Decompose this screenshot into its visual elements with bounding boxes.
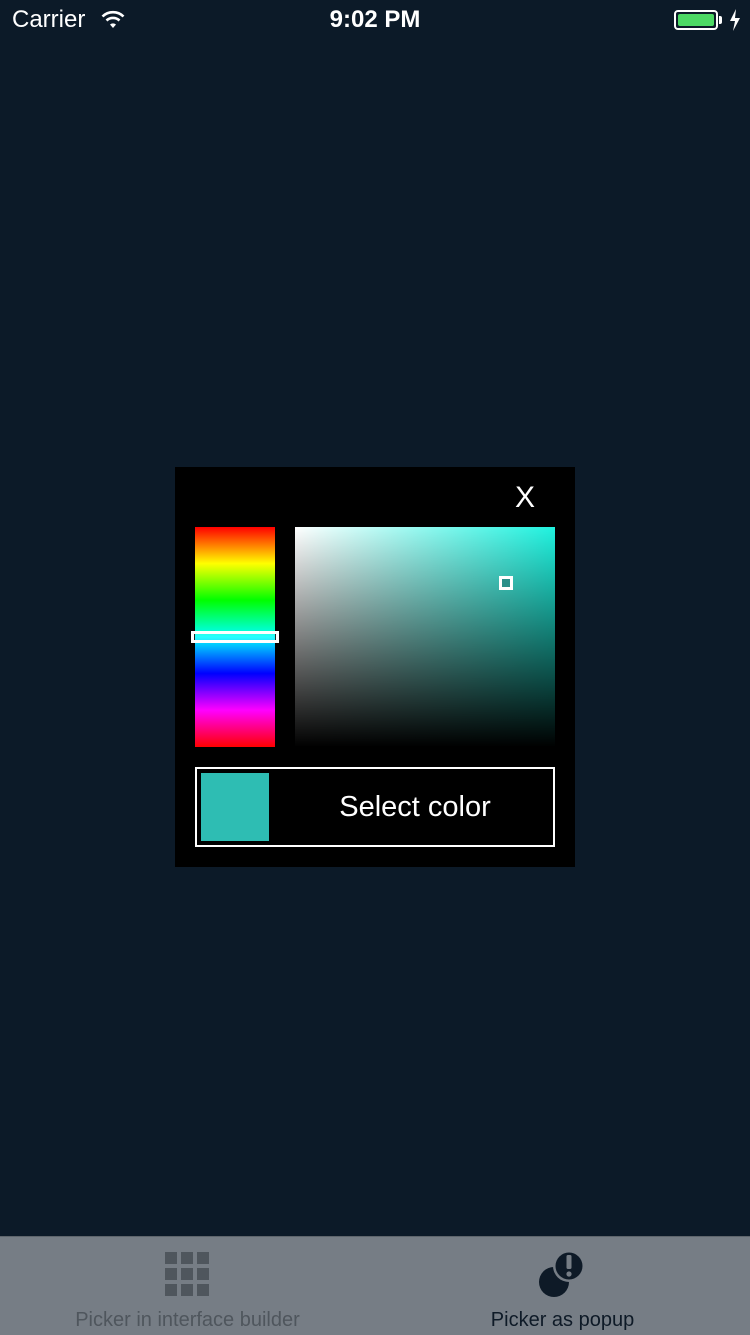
saturation-brightness-area[interactable] — [295, 527, 555, 747]
selected-color-swatch — [201, 773, 269, 841]
saturation-brightness-handle[interactable] — [499, 576, 513, 590]
grid-icon — [165, 1252, 209, 1296]
status-bar: Carrier 9:02 PM — [0, 0, 750, 40]
tab-label: Picker in interface builder — [75, 1309, 300, 1331]
hue-slider-handle[interactable] — [191, 631, 279, 643]
tab-picker-in-interface-builder[interactable]: Picker in interface builder — [0, 1237, 375, 1335]
battery-icon — [674, 10, 718, 30]
select-color-label: Select color — [339, 791, 491, 823]
popup-alert-icon — [539, 1250, 585, 1297]
close-button[interactable]: X — [500, 478, 550, 518]
charging-icon — [730, 9, 740, 31]
tab-label: Picker as popup — [490, 1309, 635, 1331]
battery-level — [678, 14, 714, 26]
tab-picker-as-popup[interactable]: Picker as popup — [375, 1237, 750, 1335]
select-color-button[interactable]: Select color — [195, 767, 555, 847]
battery-nub — [719, 16, 722, 24]
status-time: 9:02 PM — [329, 6, 421, 33]
tab-bar: Picker in interface builder Picker as po… — [0, 1236, 750, 1335]
